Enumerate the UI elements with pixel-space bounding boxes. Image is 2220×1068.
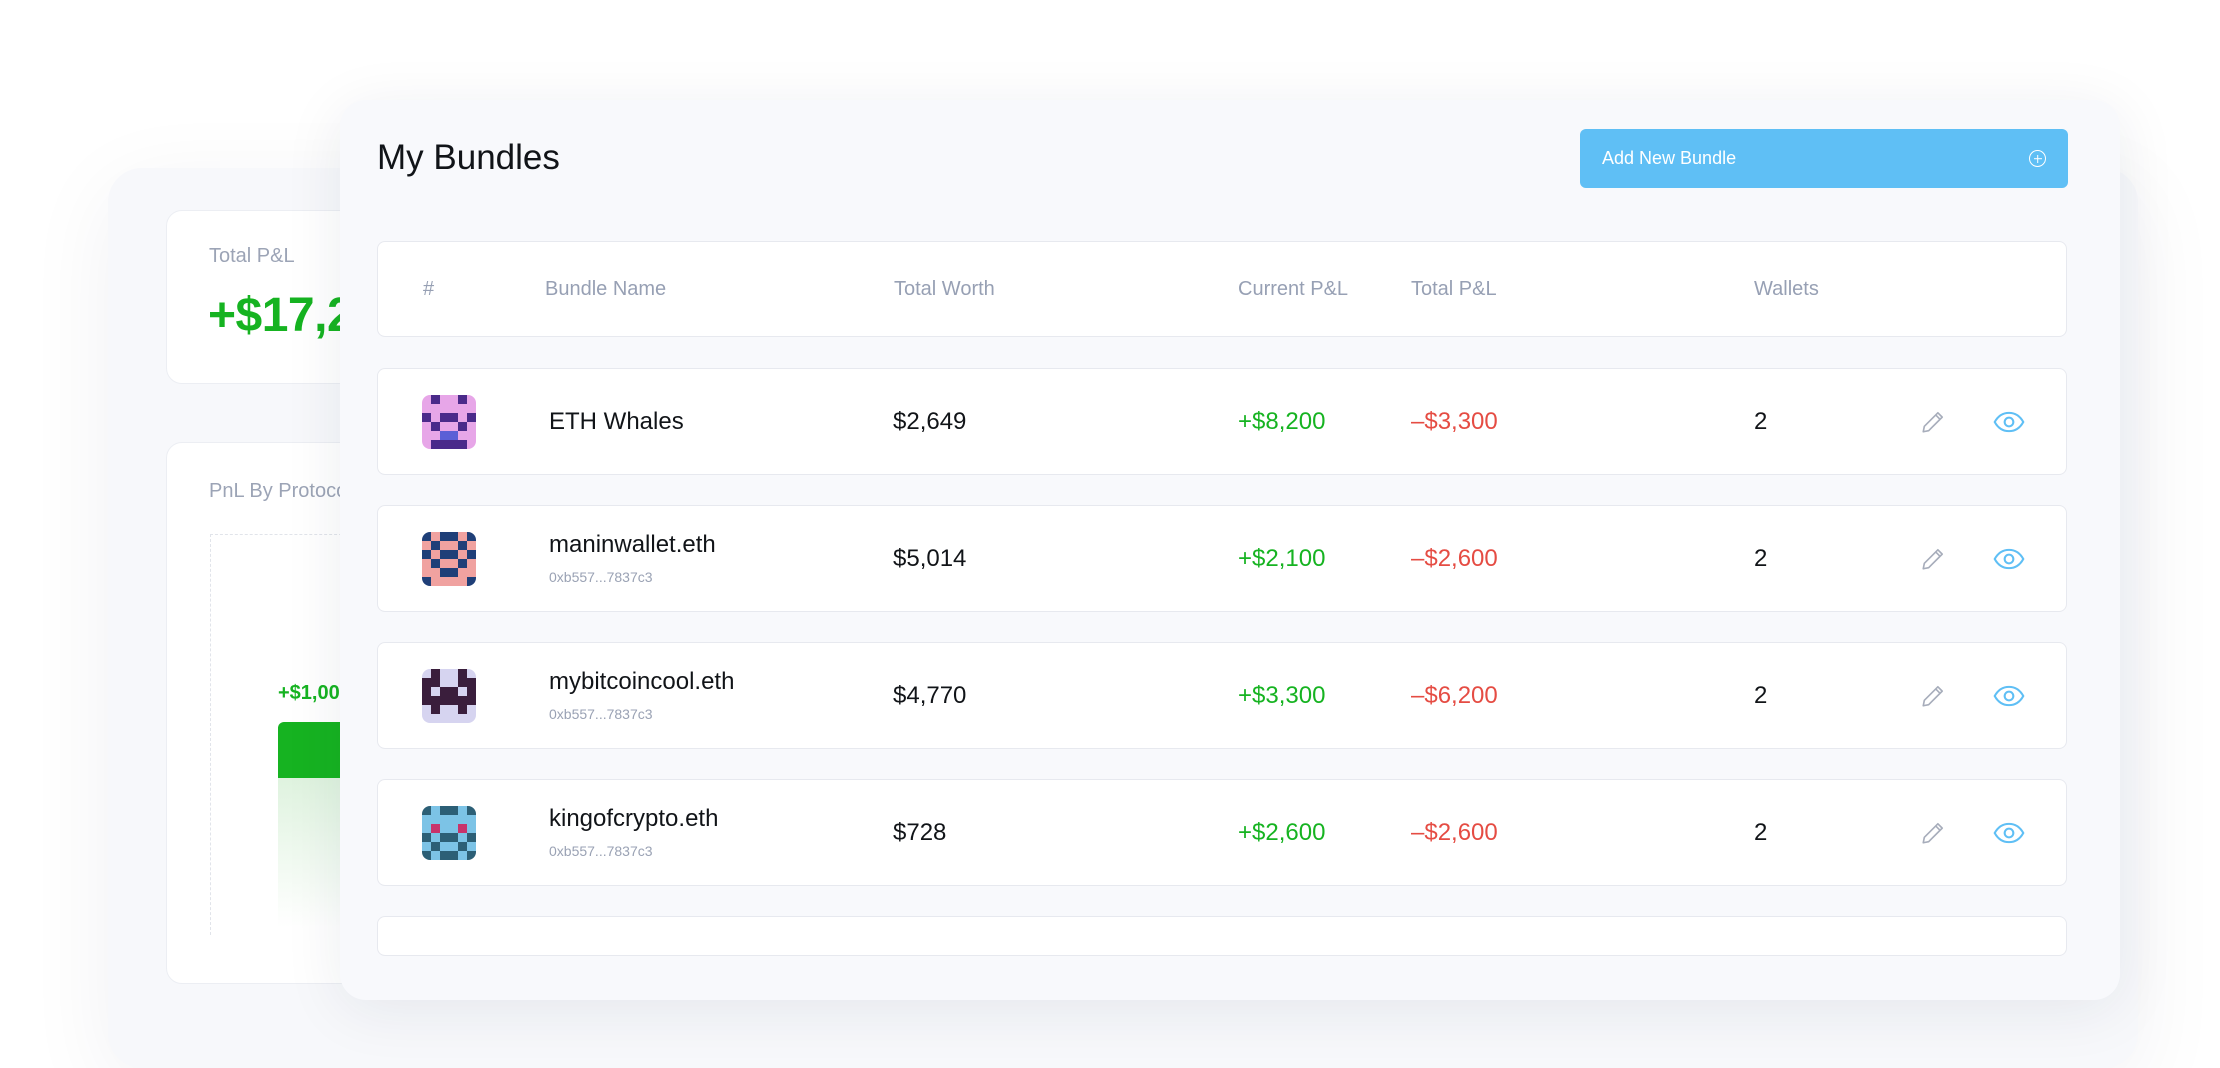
protocol-bar-value: +$1,00 xyxy=(278,682,340,704)
column-header-current-pnl: Current P&L xyxy=(1238,278,1349,300)
table-row[interactable]: kingofcrypto.eth 0xb557...7837c3 $728 +$… xyxy=(377,779,2067,886)
eye-icon[interactable] xyxy=(1993,820,2025,846)
table-header: # Bundle Name Total Worth Current P&L To… xyxy=(377,241,2067,337)
bundle-name: ETH Whales xyxy=(549,408,684,435)
wallet-count: 2 xyxy=(1754,408,1768,435)
total-worth: $2,649 xyxy=(893,408,967,435)
total-worth: $728 xyxy=(893,819,947,846)
pnl-by-protocol-label: PnL By Protoco xyxy=(209,480,348,502)
eye-icon[interactable] xyxy=(1993,683,2025,709)
bundle-avatar xyxy=(422,669,476,723)
total-pnl-value: +$17,2 xyxy=(208,289,354,342)
bundle-avatar xyxy=(422,532,476,586)
current-pnl: +$3,300 xyxy=(1238,682,1326,709)
pencil-icon[interactable] xyxy=(1918,683,1948,709)
total-worth: $4,770 xyxy=(893,682,967,709)
eye-icon[interactable] xyxy=(1993,546,2025,572)
column-header-bundle-name: Bundle Name xyxy=(545,278,667,300)
total-pnl: –$2,600 xyxy=(1411,819,1498,846)
bundle-avatar xyxy=(422,395,476,449)
column-header-wallets: Wallets xyxy=(1754,278,1819,300)
pencil-icon[interactable] xyxy=(1918,546,1948,572)
pencil-icon[interactable] xyxy=(1918,820,1948,846)
total-pnl-label: Total P&L xyxy=(209,245,295,267)
wallet-count: 2 xyxy=(1754,545,1768,572)
page-title: My Bundles xyxy=(377,138,560,177)
bundle-avatar xyxy=(422,806,476,860)
add-new-bundle-label: Add New Bundle xyxy=(1602,148,1737,168)
add-new-bundle-button[interactable]: Add New Bundle xyxy=(1580,129,2068,188)
wallet-count: 2 xyxy=(1754,819,1768,846)
bundle-address: 0xb557...7837c3 xyxy=(549,706,653,722)
total-worth: $5,014 xyxy=(893,545,967,572)
current-pnl: +$8,200 xyxy=(1238,408,1326,435)
table-row[interactable]: ETH Whales $2,649 +$8,200 –$3,300 2 xyxy=(377,368,2067,475)
bundle-name: mybitcoincool.eth xyxy=(549,668,735,695)
current-pnl: +$2,600 xyxy=(1238,819,1326,846)
column-header-total-pnl: Total P&L xyxy=(1411,278,1497,300)
total-pnl: –$6,200 xyxy=(1411,682,1498,709)
pencil-icon[interactable] xyxy=(1918,409,1948,435)
bundle-address: 0xb557...7837c3 xyxy=(549,569,653,585)
eye-icon[interactable] xyxy=(1993,409,2025,435)
bundle-name: kingofcrypto.eth xyxy=(549,805,719,832)
column-header-total-worth: Total Worth xyxy=(894,278,995,300)
bundle-name: maninwallet.eth xyxy=(549,531,716,558)
wallet-count: 2 xyxy=(1754,682,1768,709)
total-pnl: –$3,300 xyxy=(1411,408,1498,435)
bundle-address: 0xb557...7837c3 xyxy=(549,843,653,859)
plus-circle-icon xyxy=(2029,150,2046,167)
column-header-index: # xyxy=(423,278,435,300)
total-pnl: –$2,600 xyxy=(1411,545,1498,572)
table-row[interactable]: maninwallet.eth 0xb557...7837c3 $5,014 +… xyxy=(377,505,2067,612)
current-pnl: +$2,100 xyxy=(1238,545,1326,572)
table-row[interactable] xyxy=(377,916,2067,956)
table-row[interactable]: mybitcoincool.eth 0xb557...7837c3 $4,770… xyxy=(377,642,2067,749)
